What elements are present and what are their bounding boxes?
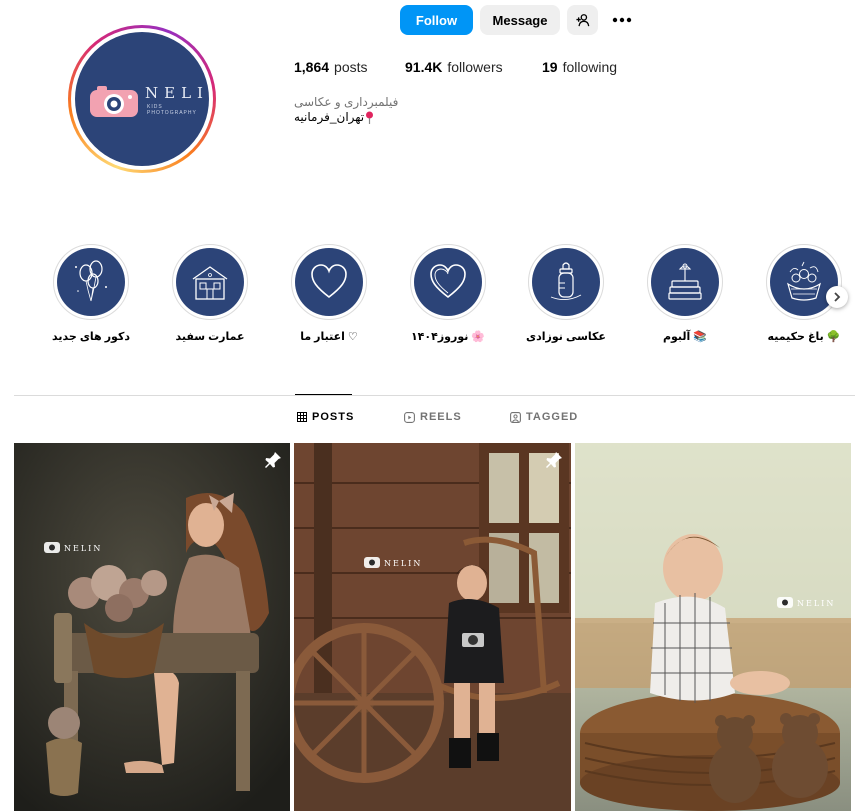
post-tile[interactable]: NELIN xyxy=(14,443,290,811)
grid-icon xyxy=(297,412,307,422)
highlight-newborn[interactable]: عکاسی نوزادی xyxy=(511,244,621,343)
tab-reels-label: REELS xyxy=(420,411,462,423)
avatar-border: NELIN KIDS PHOTOGRAPHY xyxy=(71,28,213,170)
highlight-label: عمارت سفید xyxy=(175,331,245,343)
following-label: following xyxy=(562,59,618,75)
svg-text:NELIN: NELIN xyxy=(797,599,835,608)
post-photo-baby-on-pouf: NELIN xyxy=(575,443,851,811)
highlight-ring xyxy=(53,244,129,320)
follow-button[interactable]: Follow xyxy=(400,5,473,35)
posts-stat: 1,864 posts xyxy=(294,59,405,75)
highlight-cover xyxy=(770,248,838,316)
highlight-label: دکور های جدید xyxy=(52,331,130,343)
camera-logo-icon xyxy=(90,86,138,117)
followers-label: followers xyxy=(447,59,503,75)
logo-wordmark: NELIN xyxy=(145,84,209,102)
profile-bio: فیلمبرداری و عکاسی تهران_فرمانیه xyxy=(294,95,398,125)
more-options-button[interactable] xyxy=(605,5,639,35)
suggest-user-button[interactable] xyxy=(567,5,598,35)
highlight-nowruz[interactable]: 🌸 نوروز۱۴۰۴ xyxy=(393,244,503,343)
outline-heart-icon: ♡ xyxy=(347,331,358,343)
bio-category: فیلمبرداری و عکاسی xyxy=(294,95,399,109)
bio-location-text: تهران_فرمانیه xyxy=(294,110,365,124)
pin-icon xyxy=(265,452,281,468)
highlight-cover xyxy=(532,248,600,316)
highlight-cover xyxy=(414,248,482,316)
cherry-blossom-icon: 🌸 xyxy=(471,331,486,343)
avatar: NELIN KIDS PHOTOGRAPHY xyxy=(75,32,209,166)
reels-icon xyxy=(404,411,415,423)
balloons-icon xyxy=(75,260,107,302)
highlight-ring xyxy=(410,244,486,320)
story-highlights: دکور های جدید عمارت سفید ♡ اعتبار ما 🌸 ن… xyxy=(0,244,859,354)
active-tab-indicator xyxy=(295,394,352,395)
tab-posts[interactable]: POSTS xyxy=(297,411,354,423)
highlight-cover xyxy=(176,248,244,316)
svg-text:NELIN: NELIN xyxy=(384,559,422,568)
highlight-cover xyxy=(295,248,363,316)
highlight-cover xyxy=(57,248,125,316)
books-icon: 📚 xyxy=(693,331,708,343)
heart-icon xyxy=(430,264,466,299)
posts-label: posts xyxy=(334,59,368,75)
highlight-label: 🌸 نوروز۱۴۰۴ xyxy=(410,331,486,343)
more-dots-icon xyxy=(612,17,632,23)
highlight-label: 🌳 باغ حکیمیه xyxy=(767,331,841,343)
profile-actions: Follow Message xyxy=(400,5,639,35)
tree-icon: 🌳 xyxy=(826,331,841,343)
highlight-label: ♡ اعتبار ما xyxy=(300,331,358,343)
heart-icon xyxy=(311,264,347,299)
post-tile[interactable]: NELIN xyxy=(294,443,571,811)
highlight-cover xyxy=(651,248,719,316)
highlight-new-decor[interactable]: دکور های جدید xyxy=(36,244,146,343)
highlight-ring xyxy=(172,244,248,320)
tab-tagged-label: TAGGED xyxy=(526,411,579,423)
profile-avatar[interactable]: NELIN KIDS PHOTOGRAPHY xyxy=(68,25,216,173)
posts-count: 1,864 xyxy=(294,59,330,75)
chevron-right-icon xyxy=(834,292,841,302)
pin-icon xyxy=(546,452,562,468)
tabs-divider xyxy=(14,395,855,396)
house-icon xyxy=(192,266,228,300)
highlight-ring xyxy=(766,244,842,320)
highlights-next-button[interactable] xyxy=(826,286,848,308)
flower-basket-icon xyxy=(786,261,822,301)
followers-count: 91.4K xyxy=(405,59,443,75)
profile-stats: 1,864 posts 91.4K followers 19 following xyxy=(294,59,617,75)
following-stat[interactable]: 19 following xyxy=(542,59,617,75)
highlight-white-mansion[interactable]: عمارت سفید xyxy=(155,244,265,343)
bio-location: تهران_فرمانیه xyxy=(294,110,398,125)
highlight-label: عکاسی نوزادی xyxy=(526,331,606,343)
highlight-ring xyxy=(291,244,367,320)
baby-bottle-icon xyxy=(550,262,582,300)
add-user-icon xyxy=(575,14,589,27)
highlight-album[interactable]: 📚 آلبوم xyxy=(630,244,740,343)
map-pin-icon xyxy=(366,111,374,124)
highlight-label: 📚 آلبوم xyxy=(662,331,708,343)
highlight-ring xyxy=(528,244,604,320)
book-stack-icon xyxy=(668,263,702,300)
logo-subtext: KIDS PHOTOGRAPHY xyxy=(147,104,197,116)
svg-text:NELIN: NELIN xyxy=(64,544,102,553)
following-count: 19 xyxy=(542,59,558,75)
highlight-our-credit[interactable]: ♡ اعتبار ما xyxy=(274,244,384,343)
highlight-ring xyxy=(647,244,723,320)
tagged-user-icon xyxy=(510,411,521,423)
tab-reels[interactable]: REELS xyxy=(404,411,462,423)
post-photo-boy-with-camera: NELIN xyxy=(294,443,571,811)
followers-stat[interactable]: 91.4K followers xyxy=(405,59,542,75)
tab-posts-label: POSTS xyxy=(312,411,355,423)
message-button[interactable]: Message xyxy=(480,5,560,35)
tab-tagged[interactable]: TAGGED xyxy=(510,411,578,423)
post-tile[interactable]: NELIN xyxy=(575,443,851,811)
post-photo-girl-with-flowers: NELIN xyxy=(14,443,290,811)
profile-tabs: POSTS REELS TAGGED xyxy=(0,411,859,427)
